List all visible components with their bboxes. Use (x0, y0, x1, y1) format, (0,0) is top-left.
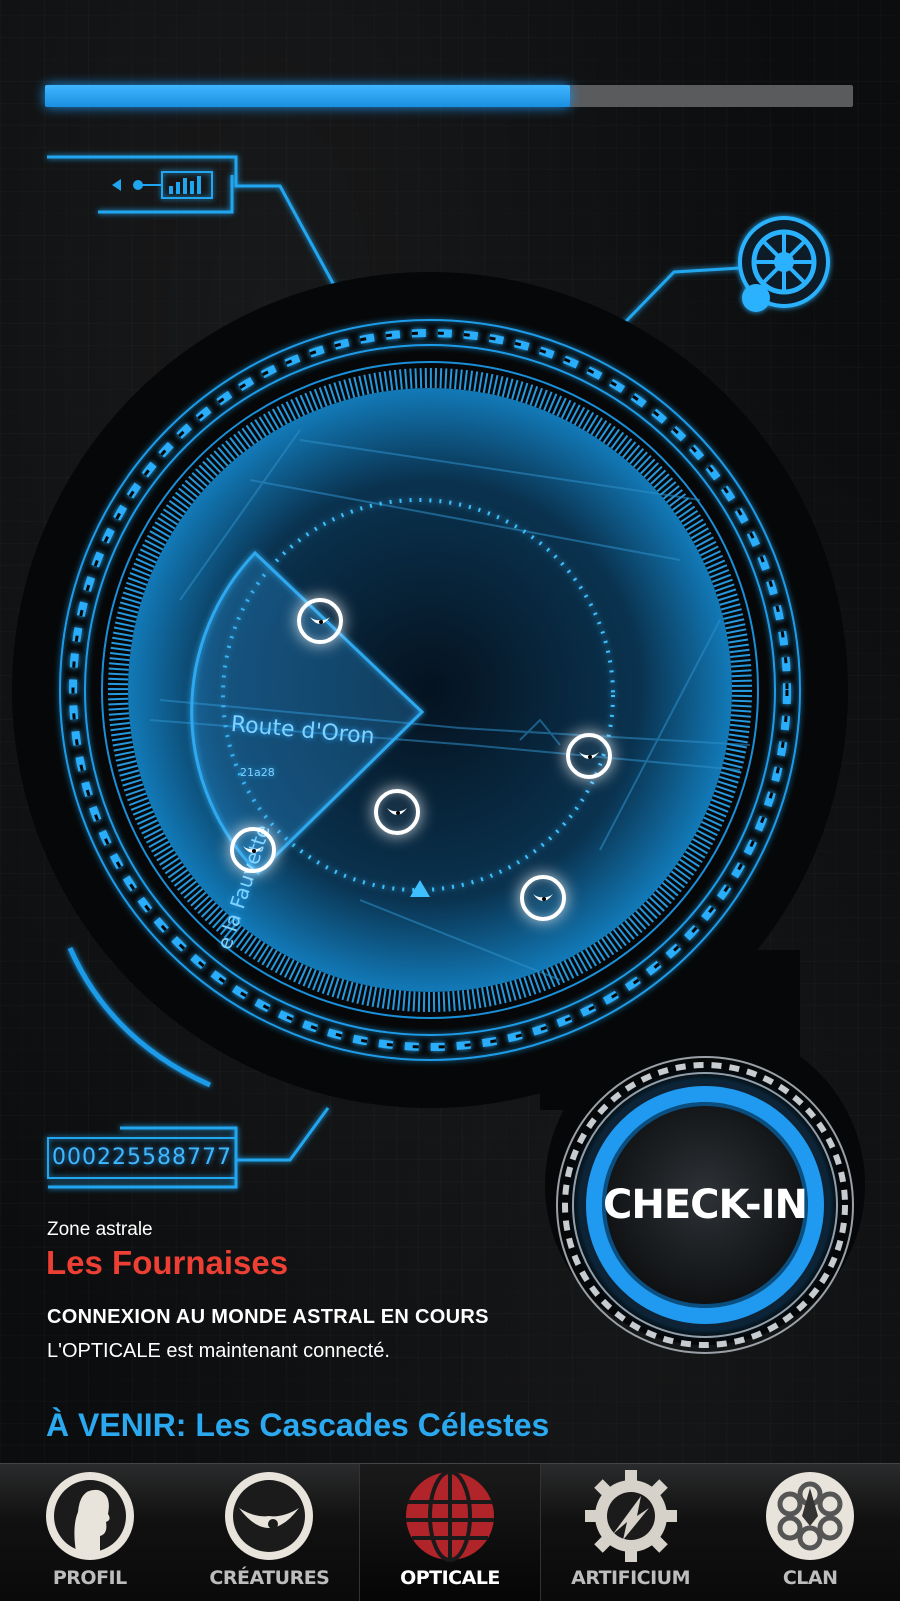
tab-label: ARTIFICIUM (571, 1567, 691, 1589)
check-in-label: CHECK-IN (603, 1182, 808, 1228)
tab-profil[interactable]: PROFIL (0, 1464, 180, 1601)
creature-eye-icon (533, 894, 553, 901)
tab-label: CLAN (782, 1567, 838, 1589)
tab-label: CRÉATURES (209, 1567, 330, 1589)
creature-eye-icon (225, 1472, 314, 1560)
tab-bar: PROFIL CRÉATURES OPTICALE ARTIFICIUM CLA… (0, 1463, 900, 1601)
zone-label: Zone astrale (47, 1219, 153, 1240)
clan-icon (766, 1472, 855, 1560)
tab-label: OPTICALE (400, 1567, 500, 1589)
tab-creatures[interactable]: CRÉATURES (180, 1464, 360, 1601)
signal-strength-icon (112, 176, 201, 194)
tab-label: PROFIL (52, 1567, 127, 1589)
profile-icon (45, 1472, 134, 1560)
tab-opticale[interactable]: OPTICALE (359, 1464, 541, 1601)
gear-icon (584, 1470, 677, 1562)
creature-eye-icon (387, 808, 407, 815)
status-text: L'OPTICALE est maintenant connecté. (47, 1340, 390, 1362)
creature-eye-icon (310, 617, 330, 624)
zone-name: Les Fournaises (46, 1244, 289, 1281)
road-number-label: 21a28 (240, 766, 275, 779)
creature-marker[interactable] (374, 789, 420, 835)
upcoming-zone: À VENIR: Les Cascades Célestes (46, 1407, 550, 1443)
creature-marker[interactable] (230, 827, 276, 873)
status-title: CONNEXION AU MONDE ASTRAL EN COURS (47, 1306, 489, 1328)
creature-marker[interactable] (566, 733, 612, 779)
check-in-button[interactable]: CHECK-IN (586, 1086, 824, 1324)
tab-clan[interactable]: CLAN (720, 1464, 900, 1601)
compass-icon (738, 216, 830, 312)
creature-marker[interactable] (520, 875, 566, 921)
globe-icon (405, 1470, 494, 1562)
creature-eye-icon (243, 846, 263, 853)
id-number: 000225588777 (52, 1145, 232, 1170)
creature-marker[interactable] (297, 598, 343, 644)
tab-artificium[interactable]: ARTIFICIUM (541, 1464, 721, 1601)
creature-eye-icon (579, 752, 599, 759)
